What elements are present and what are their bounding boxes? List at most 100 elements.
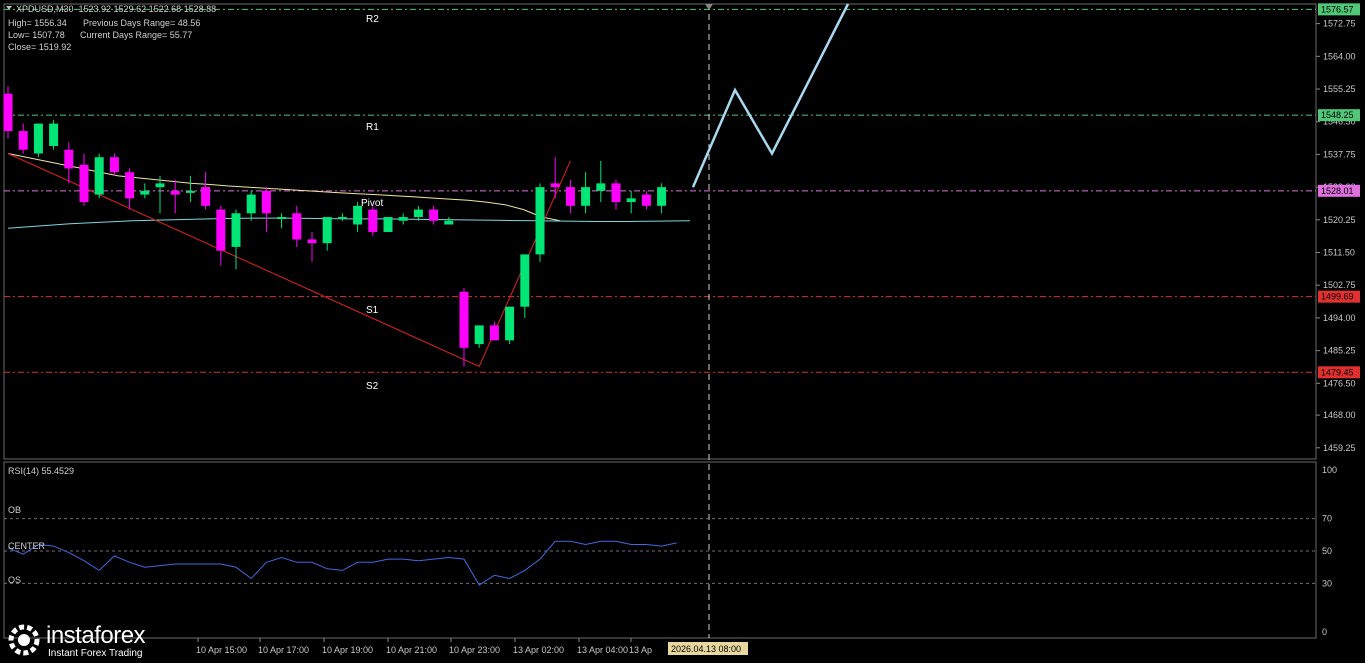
bear-candle xyxy=(611,183,621,203)
bull-candle xyxy=(231,213,241,247)
level-price-label: 1528.01 xyxy=(1321,186,1354,196)
bear-candle xyxy=(489,325,499,341)
bull-candle xyxy=(383,217,393,232)
bear-candle xyxy=(292,213,302,240)
rsi-tick-label: 70 xyxy=(1322,514,1332,524)
x-tick-label: 10 Apr 23:00 xyxy=(449,645,500,655)
high-value: High= 1556.34 xyxy=(8,18,67,28)
bear-candle xyxy=(64,149,74,169)
bull-candle xyxy=(581,187,591,206)
low-value: Low= 1507.78 xyxy=(8,30,65,40)
y-tick-label: 1476.50 xyxy=(1323,378,1356,388)
level-price-label: 1576.57 xyxy=(1321,4,1354,14)
y-tick-label: 1511.50 xyxy=(1323,248,1355,258)
close-value: Close= 1519.92 xyxy=(8,42,72,52)
x-tick-label: 10 Apr 17:00 xyxy=(258,645,309,655)
bull-candle xyxy=(413,209,423,218)
slow-ma-line xyxy=(7,153,561,222)
bear-candle xyxy=(201,187,211,206)
bear-candle xyxy=(459,291,469,348)
bull-candle xyxy=(322,217,332,244)
bull-candle xyxy=(505,306,515,341)
bull-candle xyxy=(33,123,43,154)
y-tick-label: 1555.25 xyxy=(1323,84,1356,94)
y-tick-label: 1468.00 xyxy=(1323,410,1356,420)
bear-candle xyxy=(550,183,560,188)
bull-candle xyxy=(657,187,667,206)
rsi-ob-label: OB xyxy=(8,505,22,515)
rsi-center-label: CENTER xyxy=(8,541,46,551)
s2-label: S2 xyxy=(366,381,379,392)
zigzag-trendline xyxy=(7,153,571,368)
x-tick-label: 10 Apr 15:00 xyxy=(196,645,247,655)
bear-candle xyxy=(368,209,378,232)
logo-name: instaforex xyxy=(46,622,146,649)
y-tick-label: 1494.00 xyxy=(1323,313,1356,323)
rsi-title: RSI(14) 55.4529 xyxy=(8,466,75,476)
x-tick-label: 13 Apr 02:00 xyxy=(513,645,564,655)
previous-range: Previous Days Range= 48.56 xyxy=(83,18,201,28)
bull-candle xyxy=(277,217,287,220)
y-tick-label: 1572.75 xyxy=(1323,19,1356,29)
rsi-tick-label: 50 xyxy=(1322,546,1332,556)
bear-candle xyxy=(3,93,13,132)
bull-candle xyxy=(94,157,104,195)
logo-tagline: Instant Forex Trading xyxy=(48,648,143,659)
y-tick-label: 1459.25 xyxy=(1323,443,1356,453)
bear-candle xyxy=(109,157,119,173)
bear-candle xyxy=(641,194,651,206)
forecast-path xyxy=(691,3,850,188)
rsi-tick-label: 100 xyxy=(1322,465,1337,475)
time-highlight-label: 2026.04.13 08:00 xyxy=(671,644,741,654)
x-tick-label: 13 Apr 04:00 xyxy=(577,645,628,655)
level-price-label: 1499.69 xyxy=(1321,292,1354,302)
level-price-label: 1548.25 xyxy=(1321,110,1354,120)
bull-candle xyxy=(246,194,256,214)
y-tick-label: 1537.75 xyxy=(1323,149,1356,159)
s1-label: S1 xyxy=(366,305,379,316)
symbol-info: XPDUSD,M30 1523.92 1529.62 1522.68 1528.… xyxy=(16,4,217,14)
rsi-frame xyxy=(3,461,1317,639)
bull-candle xyxy=(398,217,408,221)
level-price-label: 1479.45 xyxy=(1321,367,1354,377)
x-tick-label: 13 Ap xyxy=(629,645,652,655)
bull-candle xyxy=(140,190,150,195)
bear-candle xyxy=(125,172,135,199)
r2-label: R2 xyxy=(366,14,379,25)
rsi-line xyxy=(7,540,677,586)
x-tick-label: 10 Apr 21:00 xyxy=(386,645,437,655)
bull-candle xyxy=(444,220,454,225)
y-tick-label: 1485.25 xyxy=(1323,346,1356,356)
bull-candle xyxy=(626,198,636,203)
bear-candle xyxy=(429,209,439,221)
bear-candle xyxy=(261,190,271,214)
price-chart: 1572.751564.001555.251546.501537.751529.… xyxy=(3,3,1360,655)
fast-ma-line xyxy=(7,217,691,229)
bear-candle xyxy=(170,190,180,195)
bull-candle xyxy=(596,183,606,191)
current-range: Current Days Range= 55.77 xyxy=(80,30,193,40)
bear-candle xyxy=(307,239,317,244)
y-tick-label: 1564.00 xyxy=(1323,51,1356,61)
bear-candle xyxy=(79,164,89,203)
main-frame xyxy=(3,3,1317,460)
bear-candle xyxy=(18,131,28,150)
r1-label: R1 xyxy=(366,122,379,133)
bull-candle xyxy=(520,254,530,307)
y-tick-label: 1520.25 xyxy=(1323,215,1356,225)
rsi-tick-label: 0 xyxy=(1322,627,1327,637)
bull-candle xyxy=(155,183,165,188)
bull-candle xyxy=(185,190,195,193)
rsi-tick-label: 30 xyxy=(1322,578,1332,588)
bull-candle xyxy=(337,217,347,220)
bull-candle xyxy=(535,187,545,255)
bull-candle xyxy=(49,123,59,147)
bear-candle xyxy=(565,187,575,206)
rsi-os-label: OS xyxy=(8,575,22,585)
x-tick-label: 10 Apr 19:00 xyxy=(322,645,373,655)
pivot-label: Pivot xyxy=(361,198,384,209)
bull-candle xyxy=(474,325,484,345)
y-tick-label: 1502.75 xyxy=(1323,280,1356,290)
instaforex-logo-icon xyxy=(8,624,40,656)
bear-candle xyxy=(216,209,226,251)
